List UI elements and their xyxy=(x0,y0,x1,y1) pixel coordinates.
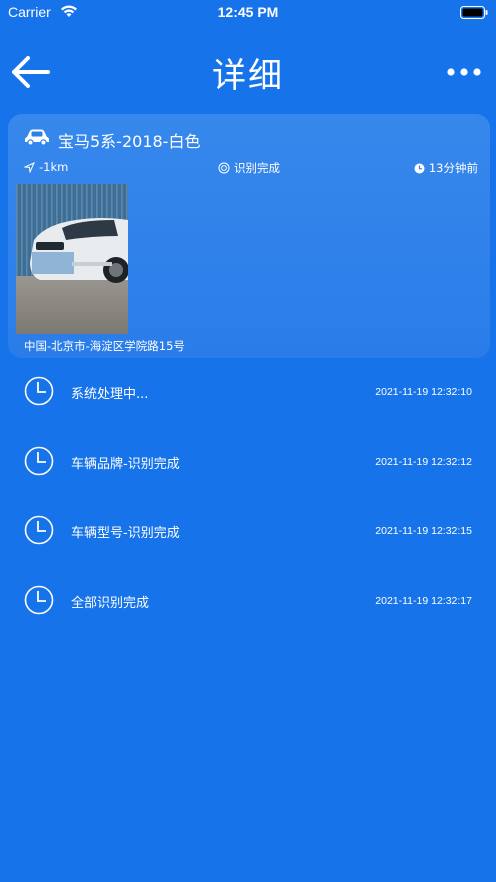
distance-info: -1km xyxy=(24,160,68,174)
page-title: 详细 xyxy=(212,56,284,96)
vehicle-card[interactable]: 宝马5系-2018-白色 -1km 识别完成 13分钟前 中国-北京市-海淀区学… xyxy=(8,114,490,358)
target-icon xyxy=(218,162,230,174)
address-label: 中国-北京市-海淀区学院路15号 xyxy=(24,339,185,353)
navigation-bar: 详细 xyxy=(0,40,496,100)
time-ago-label: 13分钟前 xyxy=(428,161,478,175)
clock-small-icon xyxy=(414,163,425,173)
timeline-label: 全部识别完成 xyxy=(71,596,150,611)
status-label: 识别完成 xyxy=(234,161,280,175)
clock-icon xyxy=(24,585,54,615)
timeline-label: 车辆型号-识别完成 xyxy=(71,526,180,541)
vehicle-title: 宝马5系-2018-白色 xyxy=(58,132,201,151)
status-bar: Carrier 12:45 PM xyxy=(0,0,496,26)
time-ago-info: 13分钟前 xyxy=(414,160,478,176)
timeline-time: 2021-11-19 12:32:15 xyxy=(375,525,472,537)
car-icon xyxy=(25,129,49,146)
clock-icon xyxy=(24,515,54,545)
timeline-time: 2021-11-19 12:32:17 xyxy=(375,595,472,607)
navigation-arrow-icon xyxy=(24,161,35,173)
timeline-item: 系统处理中... 2021-11-19 12:32:10 xyxy=(0,372,496,412)
status-time: 12:45 PM xyxy=(217,4,279,20)
timeline-item: 车辆品牌-识别完成 2021-11-19 12:32:12 xyxy=(0,442,496,482)
distance-label: -1km xyxy=(39,160,69,174)
clock-icon xyxy=(24,446,54,476)
clock-icon xyxy=(24,376,54,406)
timeline-item: 全部识别完成 2021-11-19 12:32:17 xyxy=(0,581,496,621)
timeline-label: 车辆品牌-识别完成 xyxy=(71,457,180,472)
timeline-item: 车辆型号-识别完成 2021-11-19 12:32:15 xyxy=(0,511,496,551)
vehicle-photo[interactable] xyxy=(16,184,128,334)
timeline-time: 2021-11-19 12:32:12 xyxy=(375,456,472,468)
battery-icon xyxy=(460,6,488,19)
meta-row: -1km 识别完成 13分钟前 xyxy=(8,160,490,178)
more-icon[interactable] xyxy=(446,64,482,80)
recognition-status: 识别完成 xyxy=(218,160,280,176)
timeline-time: 2021-11-19 12:32:10 xyxy=(375,386,472,398)
timeline-label: 系统处理中... xyxy=(71,387,149,402)
